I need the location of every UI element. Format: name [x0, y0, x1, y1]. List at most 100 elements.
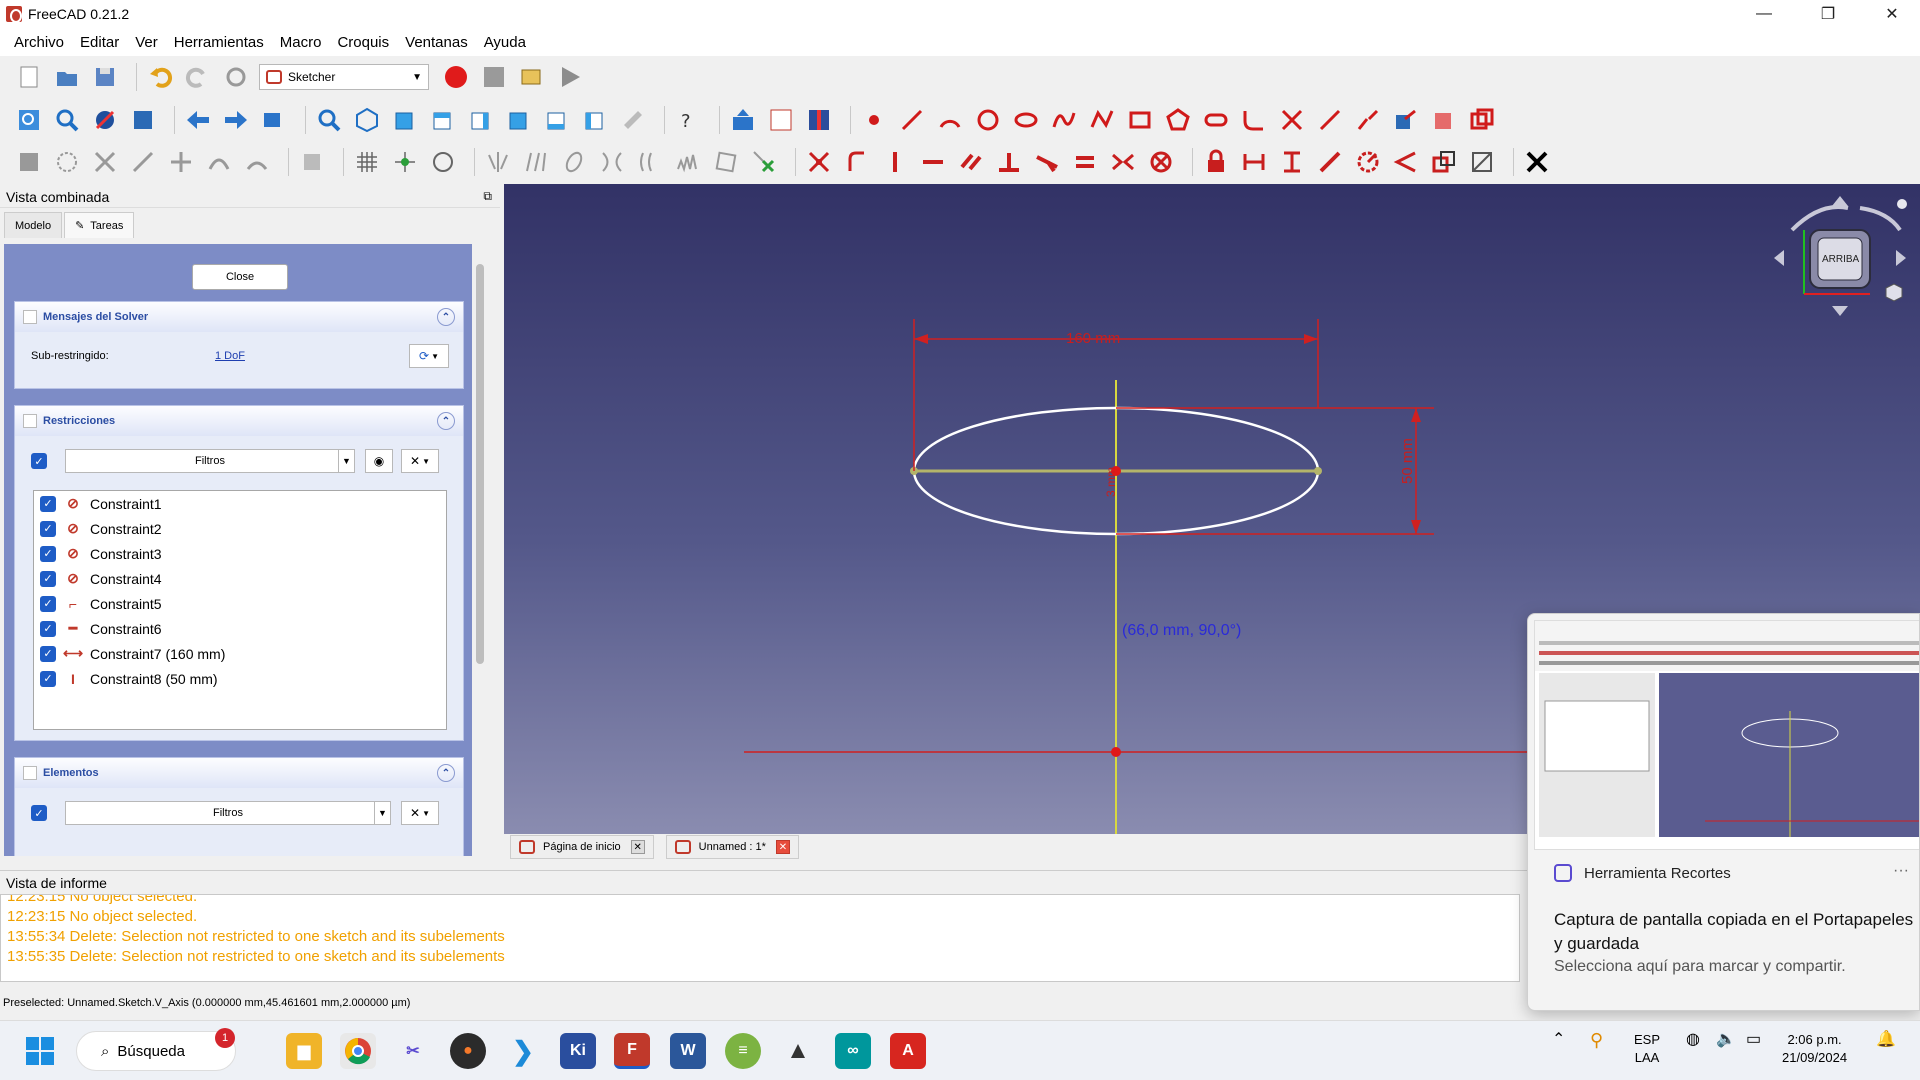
menu-macro[interactable]: Macro — [272, 34, 330, 51]
navigation-cube[interactable]: ARRIBA — [1770, 194, 1910, 334]
constraint-checkbox[interactable]: ✓ — [40, 670, 56, 687]
view-sketch-icon[interactable] — [766, 105, 796, 135]
menu-editar[interactable]: Editar — [72, 34, 127, 51]
constrain-angle-icon[interactable] — [1391, 147, 1421, 177]
delete-all-constraints-icon[interactable] — [749, 147, 779, 177]
constraints-filter-select[interactable]: Filtros ▼ — [65, 449, 355, 473]
menu-croquis[interactable]: Croquis — [329, 34, 397, 51]
array-icon[interactable] — [673, 147, 703, 177]
constraint-checkbox[interactable]: ✓ — [40, 595, 56, 612]
restore-button[interactable]: ❐ — [1800, 0, 1856, 28]
chrome-icon[interactable] — [340, 1033, 376, 1069]
remove-axes-alignment-icon[interactable] — [711, 147, 741, 177]
workbench-selector[interactable]: Sketcher ▼ — [259, 64, 429, 90]
close-sketch-icon[interactable] — [1522, 147, 1552, 177]
notification-toast[interactable]: Herramienta Recortes ··· Captura de pant… — [1527, 613, 1920, 1011]
view-menu-cube-icon[interactable] — [1885, 283, 1903, 302]
globe-icon[interactable]: ◍ — [1686, 1031, 1700, 1049]
constrain-vertical-icon[interactable] — [880, 147, 910, 177]
dof-link[interactable]: 1 DoF — [215, 350, 245, 362]
menu-ayuda[interactable]: Ayuda — [476, 34, 534, 51]
constrain-tangent-icon[interactable] — [1032, 147, 1062, 177]
close-sketch-button[interactable]: Close — [192, 264, 288, 290]
minimize-button[interactable]: — — [1736, 0, 1792, 28]
move-icon[interactable] — [521, 147, 551, 177]
elements-settings-button[interactable]: ✕ ▼ — [401, 801, 439, 825]
list-item[interactable]: ✓ ⟷ Constraint7 (160 mm) — [34, 641, 446, 666]
vscode-icon[interactable]: ❯ — [505, 1033, 541, 1069]
create-polyline-icon[interactable] — [1087, 105, 1117, 135]
restore-position-icon[interactable] — [297, 147, 327, 177]
list-item[interactable]: ✓ I Constraint8 (50 mm) — [34, 666, 446, 691]
offset-icon[interactable] — [635, 147, 665, 177]
constraint-checkbox[interactable]: ✓ — [40, 620, 56, 637]
right-view-icon[interactable] — [466, 105, 496, 135]
menu-ver[interactable]: Ver — [127, 34, 166, 51]
bounding-box-icon[interactable] — [128, 105, 158, 135]
constrain-distance-icon[interactable] — [1315, 147, 1345, 177]
constrain-block-icon[interactable] — [1146, 147, 1176, 177]
more-options-icon[interactable]: ··· — [1893, 862, 1909, 880]
elements-header[interactable]: Elementos ⌃ — [15, 758, 463, 788]
tab-modelo[interactable]: Modelo — [4, 212, 63, 238]
draw-style-icon[interactable] — [90, 105, 120, 135]
arduino-icon[interactable]: ∞ — [835, 1033, 871, 1069]
sync-view-icon[interactable] — [259, 105, 289, 135]
refresh-solver-button[interactable]: ⟳ ▼ — [409, 344, 449, 368]
toggle-driving-icon[interactable] — [1429, 147, 1459, 177]
network-app-icon[interactable]: ≡ — [725, 1033, 761, 1069]
create-conic-icon[interactable] — [1011, 105, 1041, 135]
language-indicator[interactable]: ESP LAA — [1634, 1031, 1660, 1067]
select-origin-icon[interactable] — [166, 147, 196, 177]
forward-arrow-icon[interactable] — [221, 105, 251, 135]
create-line-icon[interactable] — [897, 105, 927, 135]
constraint-checkbox[interactable]: ✓ — [40, 545, 56, 562]
elements-filter-select[interactable]: Filtros ▼ — [65, 801, 391, 825]
constrain-coincident-icon[interactable] — [804, 147, 834, 177]
front-view-icon[interactable] — [390, 105, 420, 135]
report-view[interactable]: 12:23:15 No object selected. 12:23:15 No… — [0, 894, 1520, 982]
grid-icon[interactable] — [352, 147, 382, 177]
rendering-order-icon[interactable] — [428, 147, 458, 177]
list-item[interactable]: ✓ ⊘ Constraint3 — [34, 541, 446, 566]
redo-icon[interactable] — [183, 62, 213, 92]
close-icon[interactable]: ✕ — [630, 840, 645, 854]
elements-visibility-checkbox[interactable]: ✓ — [31, 805, 47, 821]
menu-archivo[interactable]: Archivo — [6, 34, 72, 51]
list-item[interactable]: ✓ ⌐ Constraint5 — [34, 591, 446, 616]
bottom-view-icon[interactable] — [542, 105, 572, 135]
constraint-checkbox[interactable]: ✓ — [40, 495, 56, 512]
create-rectangle-icon[interactable] — [1125, 105, 1155, 135]
minor-dimension-label[interactable]: 3 mm — [1104, 467, 1118, 497]
navcube-menu-icon[interactable] — [1897, 199, 1907, 209]
notifications-bell-icon[interactable]: 🔔 — [1876, 1031, 1896, 1049]
constrain-point-on-object-icon[interactable] — [842, 147, 872, 177]
top-view-icon[interactable] — [428, 105, 458, 135]
acrobat-icon[interactable]: A — [890, 1033, 926, 1069]
constraints-settings-button[interactable]: ✕ ▼ — [401, 449, 439, 473]
graduation-app-icon[interactable]: ▲ — [780, 1033, 816, 1069]
construction-mode-icon[interactable] — [1467, 105, 1497, 135]
constraints-header[interactable]: Restricciones ⌃ — [15, 406, 463, 436]
battery-icon[interactable]: ▭ — [1746, 1031, 1761, 1049]
create-polygon-icon[interactable] — [1163, 105, 1193, 135]
scale-icon[interactable] — [597, 147, 627, 177]
file-explorer-icon[interactable]: ▆ — [286, 1033, 322, 1069]
edit-macro-icon[interactable] — [517, 62, 547, 92]
create-fillet-icon[interactable] — [1239, 105, 1269, 135]
constrain-equal-icon[interactable] — [1070, 147, 1100, 177]
snap-icon[interactable] — [390, 147, 420, 177]
rotate-icon[interactable] — [559, 147, 589, 177]
clone-tool-icon[interactable] — [242, 147, 272, 177]
constraint-checkbox[interactable]: ✓ — [40, 570, 56, 587]
create-arc-icon[interactable] — [935, 105, 965, 135]
record-macro-icon[interactable] — [441, 62, 471, 92]
view-section-icon[interactable] — [804, 105, 834, 135]
symmetry-tool-icon[interactable] — [204, 147, 234, 177]
list-item[interactable]: ✓ ⊘ Constraint2 — [34, 516, 446, 541]
sketch-tools-icon[interactable] — [14, 147, 44, 177]
isometric-view-icon[interactable] — [352, 105, 382, 135]
tab-tareas[interactable]: ✎ Tareas — [64, 212, 135, 238]
chevron-down-icon[interactable] — [1832, 306, 1848, 316]
constraint-checkbox[interactable]: ✓ — [40, 645, 56, 662]
